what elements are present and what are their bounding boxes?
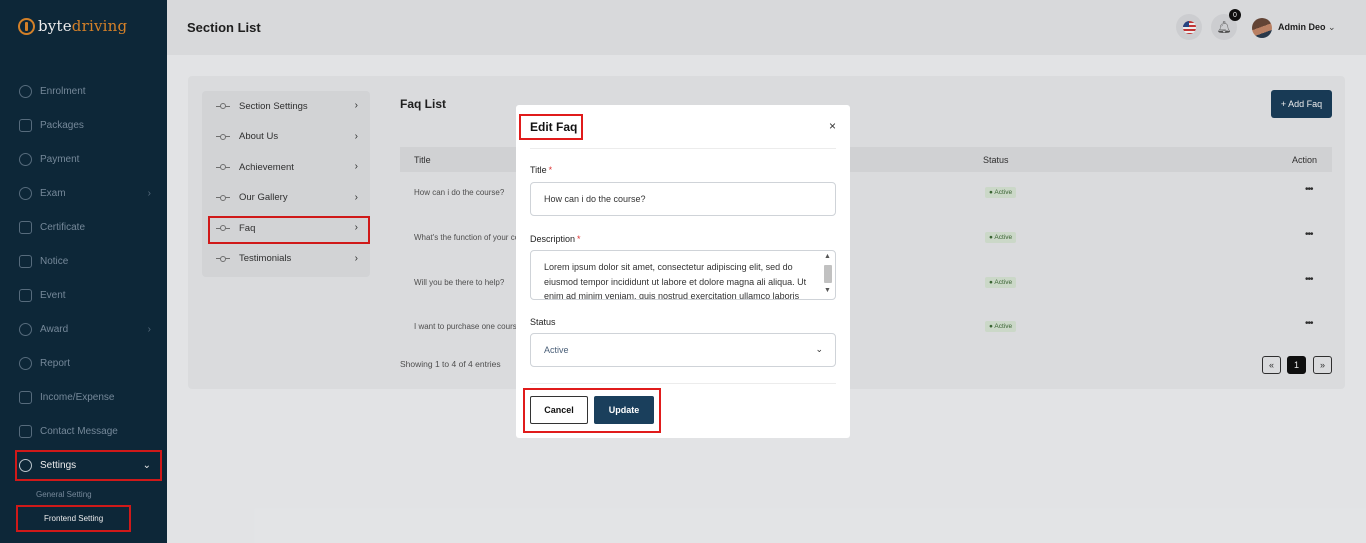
scroll-down-icon[interactable]: ▼ bbox=[822, 287, 833, 297]
update-button[interactable]: Update bbox=[594, 396, 654, 424]
modal-title: Edit Faq bbox=[530, 120, 578, 134]
divider bbox=[530, 383, 836, 384]
description-text: Lorem ipsum dolor sit amet, consectetur … bbox=[544, 262, 807, 300]
textarea-scrollbar[interactable]: ▲ ▼ bbox=[822, 253, 833, 297]
scroll-up-icon[interactable]: ▲ bbox=[822, 253, 833, 263]
title-input[interactable] bbox=[530, 182, 836, 216]
scrollbar-thumb[interactable] bbox=[824, 265, 832, 283]
chevron-down-icon: ⌄ bbox=[815, 344, 823, 354]
status-label: Status bbox=[530, 317, 556, 327]
description-label: Description * bbox=[530, 234, 581, 244]
divider bbox=[530, 148, 836, 149]
status-selected-value: Active bbox=[544, 345, 569, 355]
description-textarea[interactable]: Lorem ipsum dolor sit amet, consectetur … bbox=[530, 250, 836, 300]
title-label: Title * bbox=[530, 165, 553, 175]
status-select[interactable]: Active ⌄ bbox=[530, 333, 836, 367]
cancel-button[interactable]: Cancel bbox=[530, 396, 588, 424]
edit-faq-modal: Edit Faq × Title* Description* Lorem ips… bbox=[516, 105, 850, 438]
close-icon[interactable]: × bbox=[829, 119, 836, 133]
